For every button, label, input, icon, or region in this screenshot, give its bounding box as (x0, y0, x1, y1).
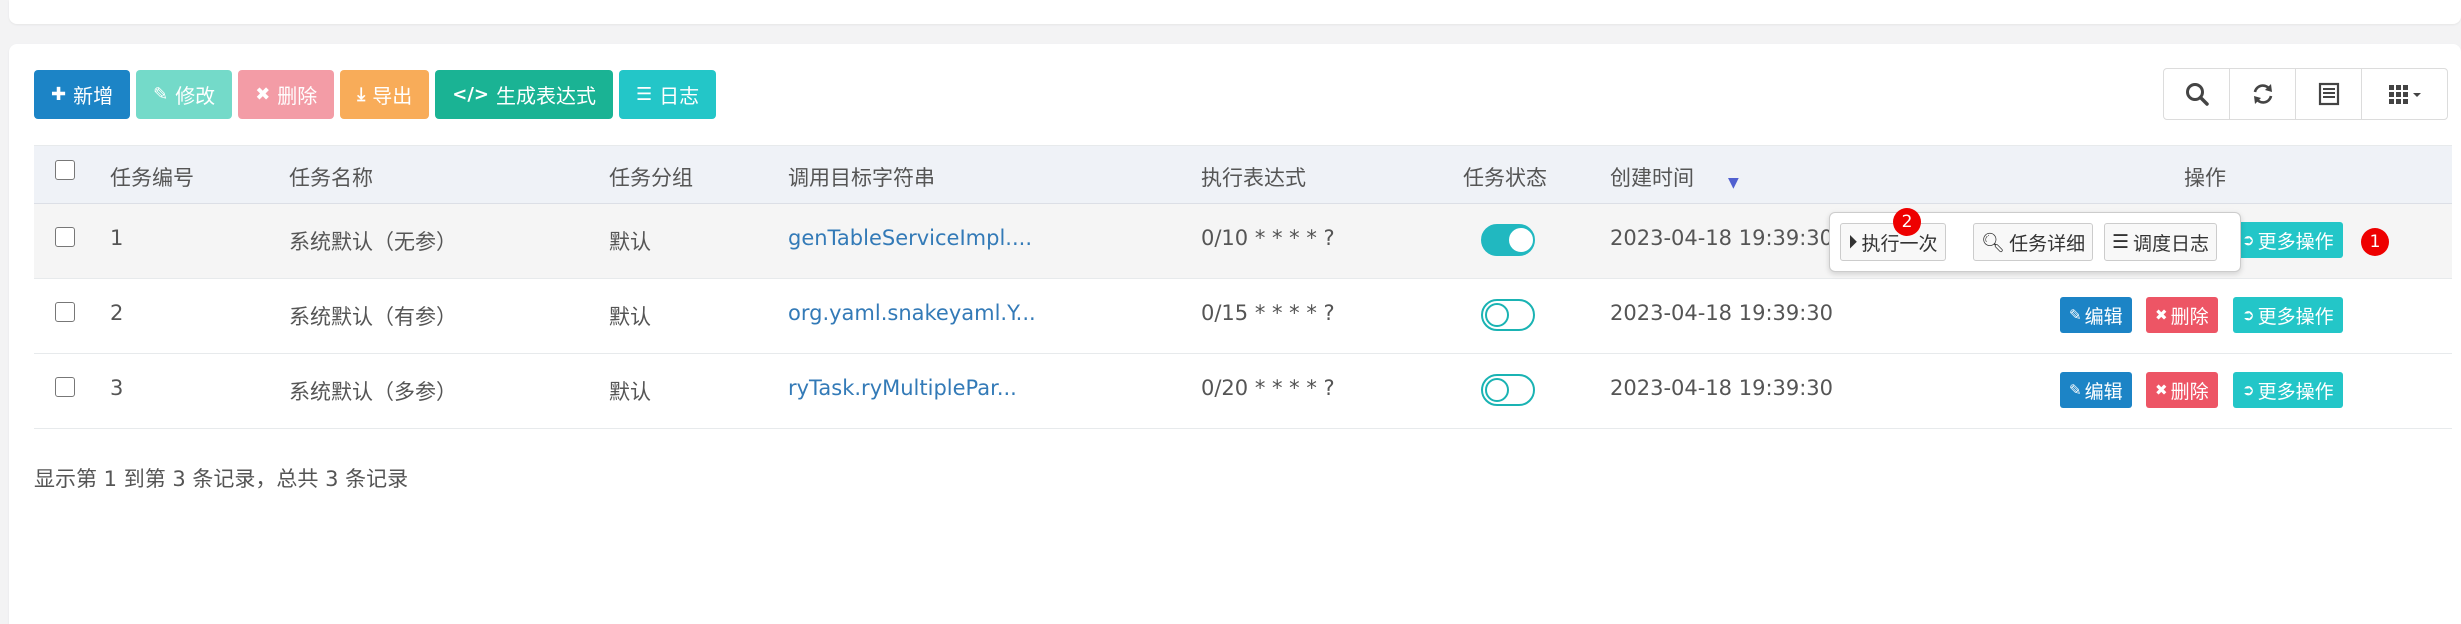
header-create-time[interactable]: 创建时间 (1610, 162, 1694, 192)
toggle-knob (1485, 378, 1509, 402)
cell-create-time: 2023-04-18 19:39:30 (1610, 226, 1834, 250)
cell-task-name: 系统默认（无参） (289, 230, 457, 254)
more-actions-button[interactable]: ➲ 更多操作 (2233, 297, 2343, 333)
edit-icon: ✎ (2069, 381, 2082, 399)
chevron-circle-right-icon: ➲ (2242, 306, 2255, 324)
more-actions-popover: ⏵ 执行一次 🔍︎ 任务详细 ☰ 调度日志 (1829, 212, 2241, 272)
delete-row-button[interactable]: ✖ 删除 (2146, 372, 2218, 408)
header-task-name[interactable]: 任务名称 (289, 162, 373, 192)
cell-cron: 0/10 * * * * ? (1201, 226, 1335, 250)
play-circle-icon: ⏵ (1848, 231, 1858, 253)
toggle-knob (1509, 228, 1533, 252)
step-badge-2: 2 (1893, 208, 1921, 236)
pagination-summary: 显示第 1 到第 3 条记录，总共 3 条记录 (34, 467, 409, 491)
table-row: 2 系统默认（有参） 默认 org.yaml.snakeyaml.Y... 0/… (34, 279, 2452, 354)
log-button[interactable]: ☰ 日志 (619, 70, 717, 119)
header-task-status[interactable]: 任务状态 (1463, 162, 1547, 192)
cell-create-time: 2023-04-18 19:39:30 (1610, 301, 1834, 325)
edit-row-button[interactable]: ✎ 编辑 (2060, 372, 2132, 408)
cell-task-group: 默认 (609, 380, 651, 404)
cell-task-group: 默认 (609, 230, 651, 254)
toggle-view-icon (2318, 82, 2339, 106)
remove-icon: ✖ (2155, 306, 2168, 324)
remove-icon: ✖ (2155, 381, 2168, 399)
delete-button[interactable]: ✖ 删除 (238, 70, 335, 119)
table-header: 任务编号 任务名称 任务分组 调用目标字符串 执行表达式 任务状态 创建时间 操… (34, 145, 2452, 204)
edit-button[interactable]: ✎ 修改 (136, 70, 233, 119)
refresh-button[interactable] (2229, 68, 2296, 120)
status-toggle[interactable] (1481, 299, 1535, 331)
schedule-log-button[interactable]: ☰ 调度日志 (2104, 223, 2218, 261)
cell-task-name: 系统默认（有参） (289, 305, 457, 329)
code-icon: </> (452, 84, 489, 105)
download-icon: ⤓ (357, 84, 366, 105)
row-checkbox[interactable] (55, 377, 75, 397)
task-detail-button[interactable]: 🔍︎ 任务详细 (1973, 223, 2094, 261)
search-icon: 🔍︎ (1981, 231, 2006, 254)
chevron-circle-right-icon: ➲ (2242, 381, 2255, 399)
refresh-icon (2253, 84, 2272, 104)
row-checkbox[interactable] (55, 227, 75, 247)
more-actions-button[interactable]: ➲ 更多操作 (2233, 372, 2343, 408)
sort-desc-icon[interactable]: ▼ (1728, 175, 1739, 191)
toggle-view-button[interactable] (2295, 68, 2362, 120)
cell-task-id: 2 (110, 301, 124, 325)
columns-button[interactable] (2361, 68, 2448, 120)
status-toggle[interactable] (1481, 224, 1535, 256)
step-badge-1: 1 (2361, 228, 2389, 256)
toggle-knob (1485, 303, 1509, 327)
export-button[interactable]: ⤓ 导出 (340, 70, 430, 119)
remove-icon: ✖ (255, 84, 271, 105)
more-actions-button[interactable]: ➲ 更多操作 (2233, 222, 2343, 258)
cell-create-time: 2023-04-18 19:39:30 (1610, 376, 1834, 400)
edit-icon: ✎ (2069, 306, 2082, 324)
search-button[interactable] (2163, 68, 2230, 120)
top-panel (9, 0, 2461, 24)
edit-icon: ✎ (153, 84, 169, 105)
cell-invoke-target-link[interactable]: ryTask.ryMultiplePar... (788, 376, 1017, 400)
list-icon: ☰ (636, 84, 653, 105)
cell-invoke-target-link[interactable]: genTableServiceImpl.... (788, 226, 1032, 250)
cell-cron: 0/15 * * * * ? (1201, 301, 1335, 325)
table-row: 3 系统默认（多参） 默认 ryTask.ryMultiplePar... 0/… (34, 354, 2452, 429)
cell-invoke-target-link[interactable]: org.yaml.snakeyaml.Y... (788, 301, 1036, 325)
header-cron-expression[interactable]: 执行表达式 (1201, 162, 1306, 192)
cell-task-name: 系统默认（多参） (289, 380, 457, 404)
header-actions: 操作 (2184, 166, 2226, 190)
header-invoke-target[interactable]: 调用目标字符串 (788, 162, 935, 192)
list-icon: ☰ (2112, 231, 2130, 253)
cell-task-group: 默认 (609, 305, 651, 329)
table-tools (2163, 68, 2448, 120)
select-all-checkbox[interactable] (55, 160, 75, 180)
add-button[interactable]: ✚ 新增 (34, 70, 131, 119)
cell-task-id: 1 (110, 226, 124, 250)
plus-icon: ✚ (51, 84, 67, 105)
header-task-group[interactable]: 任务分组 (609, 162, 693, 192)
chevron-circle-right-icon: ➲ (2242, 231, 2255, 249)
edit-row-button[interactable]: ✎ 编辑 (2060, 297, 2132, 333)
header-task-id[interactable]: 任务编号 (110, 162, 194, 192)
generate-expression-button[interactable]: </> 生成表达式 (435, 70, 613, 119)
search-icon (2185, 83, 2209, 106)
status-toggle[interactable] (1481, 374, 1535, 406)
row-checkbox[interactable] (55, 302, 75, 322)
run-once-button[interactable]: ⏵ 执行一次 (1840, 223, 1946, 261)
toolbar: ✚ 新增 ✎ 修改 ✖ 删除 ⤓ 导出 </> 生成表达式 ☰ 日志 (34, 70, 717, 119)
cell-cron: 0/20 * * * * ? (1201, 376, 1335, 400)
delete-row-button[interactable]: ✖ 删除 (2146, 297, 2218, 333)
columns-icon (2388, 85, 2421, 104)
cell-task-id: 3 (110, 376, 124, 400)
